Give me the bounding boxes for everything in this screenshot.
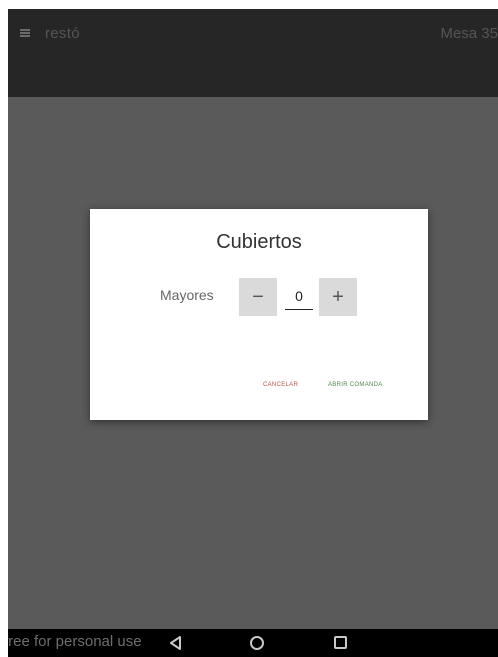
home-icon[interactable] [250,636,264,650]
app-bar: restó Mesa 35 [8,9,498,97]
decrement-button[interactable]: − [239,278,277,316]
menu-icon[interactable] [20,29,30,37]
open-order-button[interactable]: ABRIR COMANDA [328,382,383,388]
increment-button[interactable]: + [319,278,357,316]
watermark-text: free for personal use [8,633,142,650]
adults-count-field[interactable]: 0 [285,285,313,310]
table-label: Mesa 35 [440,25,498,42]
dialog-title: Cubiertos [216,231,302,253]
covers-dialog: Cubiertos Mayores − 0 + CANCELAR ABRIR C… [90,209,428,420]
app-title: restó [45,25,80,42]
cancel-button[interactable]: CANCELAR [263,382,298,388]
app-screen: restó Mesa 35 Cubiertos Mayores − 0 + CA… [8,9,498,657]
recents-icon[interactable] [334,636,347,649]
back-icon[interactable] [168,635,184,651]
system-nav-bar: free for personal use [8,629,498,657]
adults-label: Mayores [160,287,214,303]
